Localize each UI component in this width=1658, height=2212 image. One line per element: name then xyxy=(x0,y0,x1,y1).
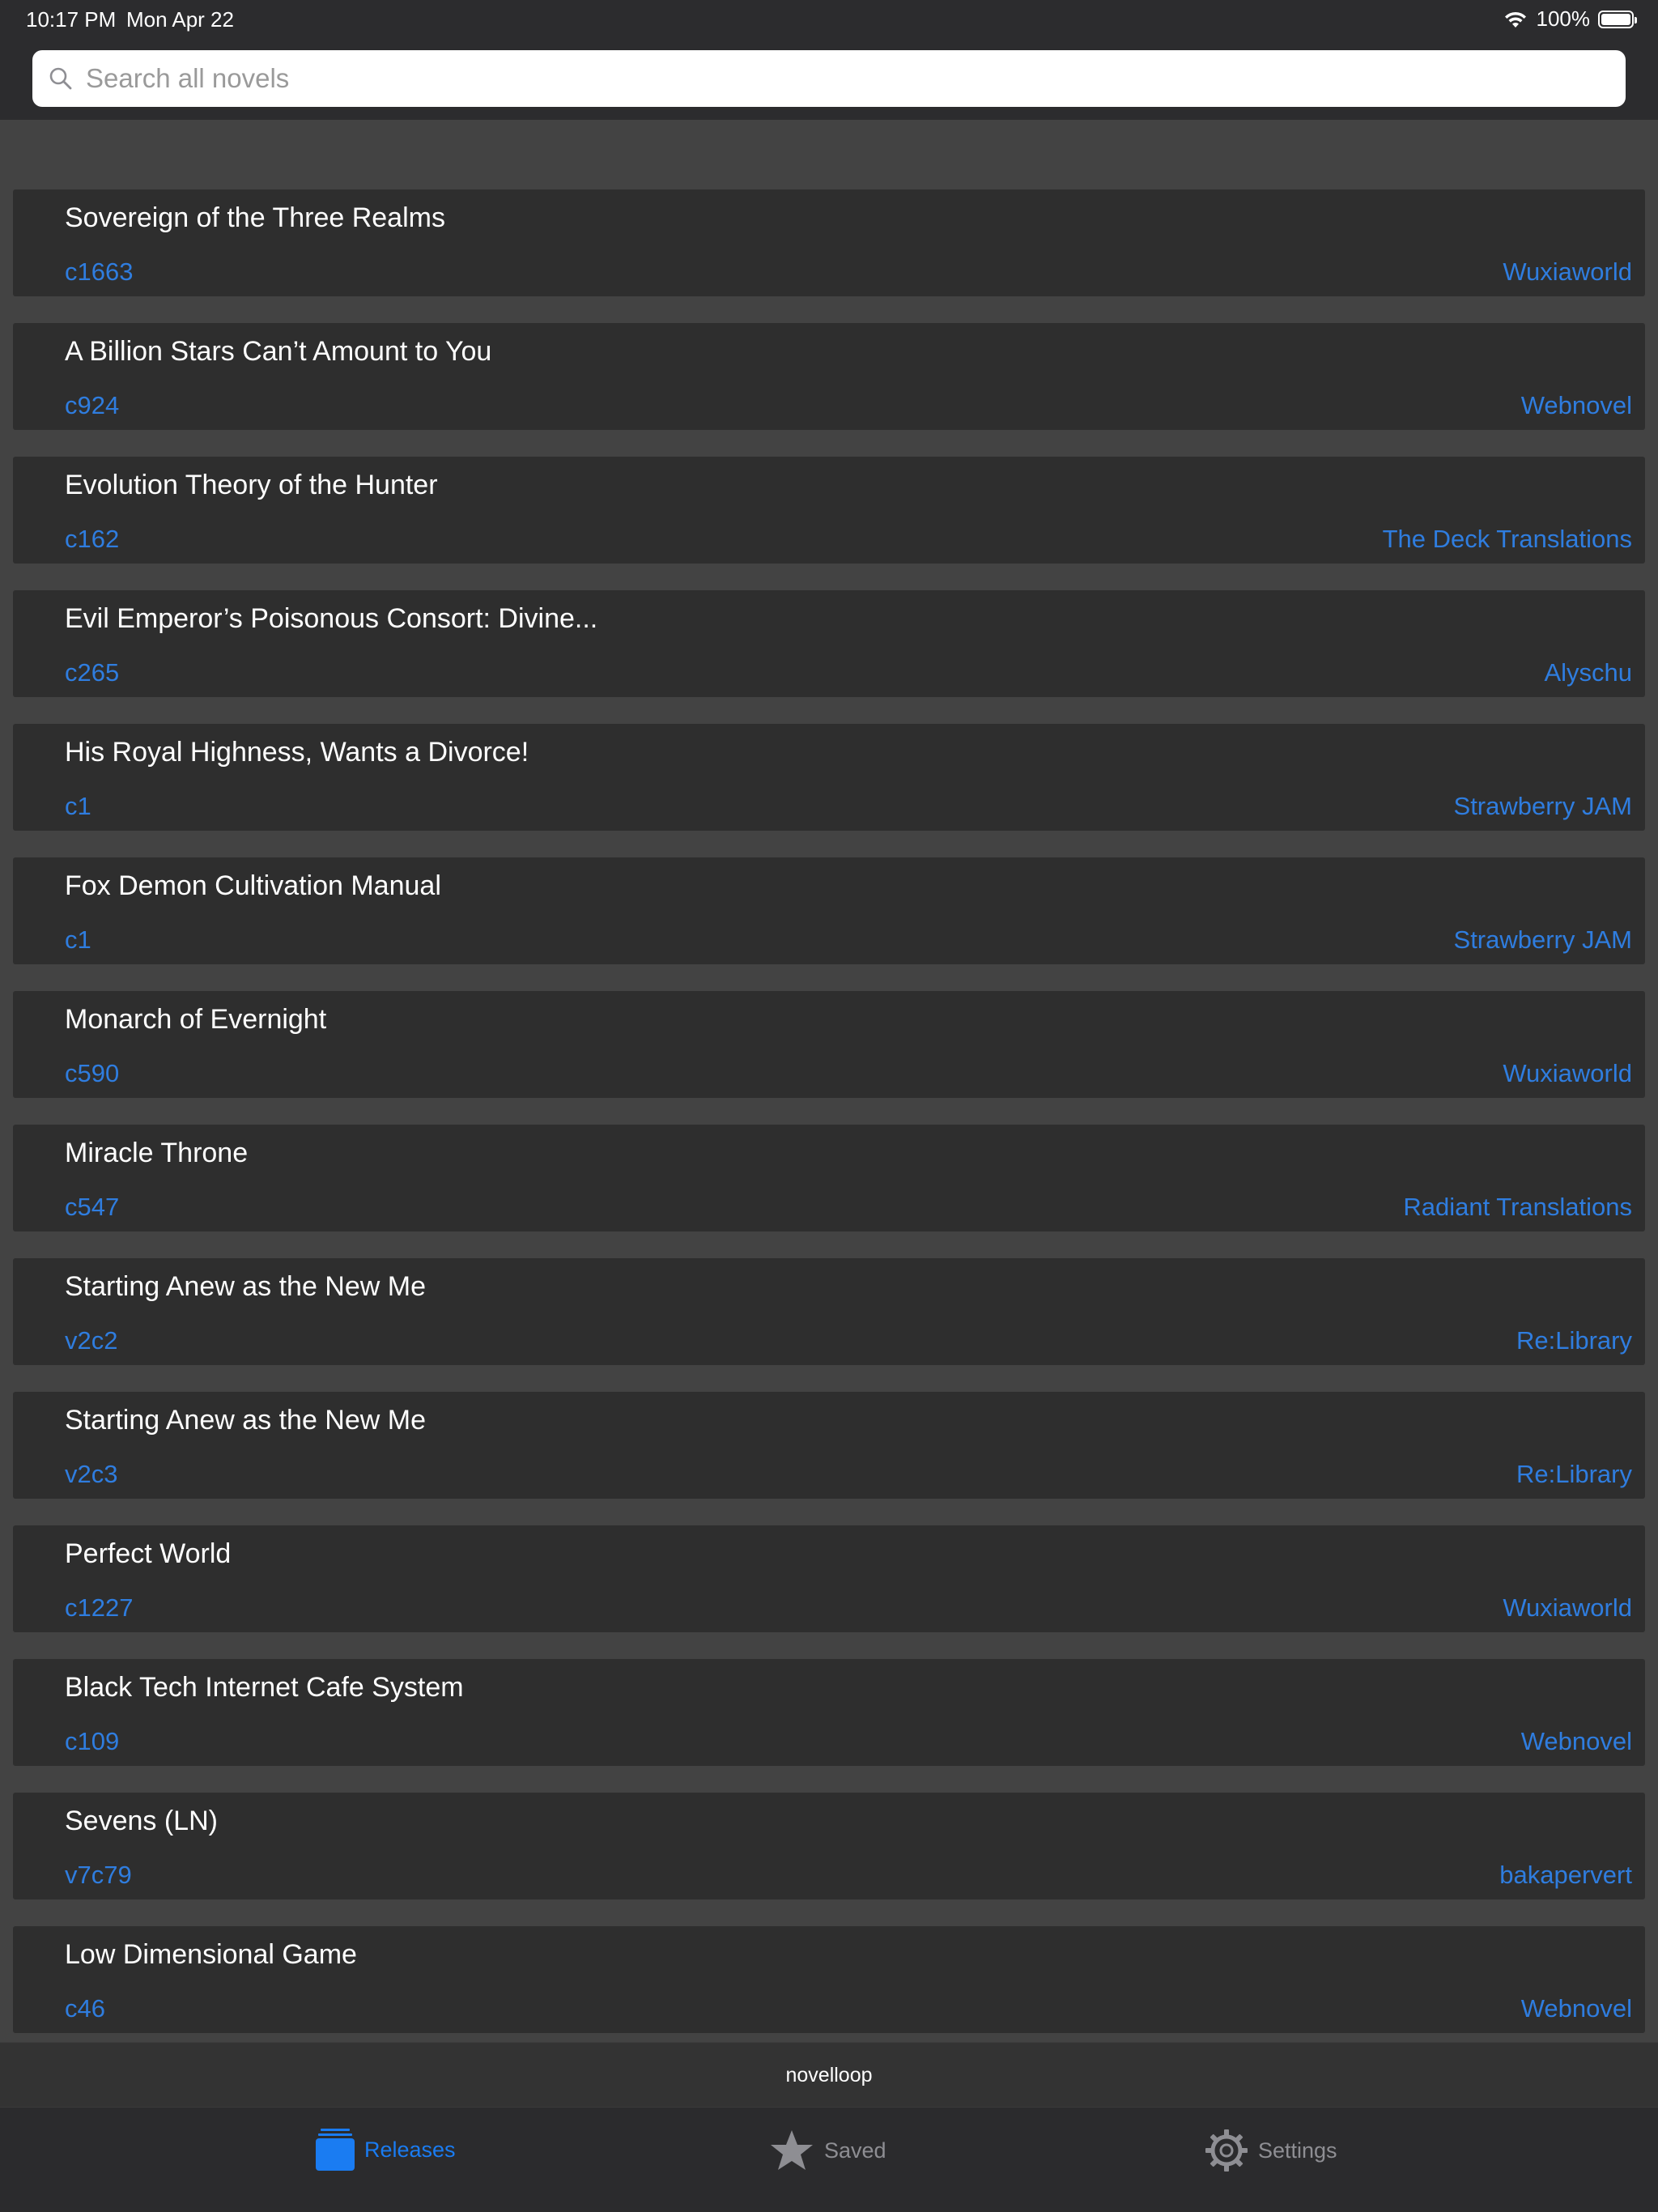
release-item[interactable]: Low Dimensional Game c46 Webnovel xyxy=(13,1926,1645,2033)
tab-settings[interactable]: Settings xyxy=(1205,2129,1337,2172)
release-chapter-link[interactable]: c924 xyxy=(65,391,119,420)
release-group-link[interactable]: Wuxiaworld xyxy=(1503,1059,1632,1088)
release-item[interactable]: Starting Anew as the New Me v2c3 Re:Librar… xyxy=(13,1392,1645,1499)
release-title: Low Dimensional Game xyxy=(65,1939,357,1970)
release-title: Sovereign of the Three Realms xyxy=(65,202,445,233)
battery-icon xyxy=(1598,10,1637,28)
gear-icon xyxy=(1205,2129,1248,2172)
release-title: Starting Anew as the New Me xyxy=(65,1271,427,1302)
releases-list: Sovereign of the Three Realms c1663 Wuxiaw… xyxy=(13,189,1645,2060)
battery-level xyxy=(1601,13,1630,25)
release-item[interactable]: Fox Demon Cultivation Manual c1 Strawberry… xyxy=(13,857,1645,964)
battery-percent: 100% xyxy=(1536,6,1591,31)
status-date: Mon Apr 22 xyxy=(126,7,234,32)
release-title: Starting Anew as the New Me xyxy=(65,1405,427,1436)
release-item[interactable]: Evolution Theory of the Hunter c162 The De… xyxy=(13,457,1645,564)
release-group-link[interactable]: The Deck Translations xyxy=(1383,525,1632,554)
release-group-link[interactable]: bakapervert xyxy=(1499,1861,1632,1890)
status-bar: 10:17 PM Mon Apr 22 100% xyxy=(0,0,1658,39)
search-bar[interactable] xyxy=(32,50,1626,107)
release-chapter-link[interactable]: c590 xyxy=(65,1059,119,1088)
release-item[interactable]: Sovereign of the Three Realms c1663 Wuxiaw… xyxy=(13,189,1645,296)
tab-releases[interactable]: Releases xyxy=(316,2129,456,2171)
release-item[interactable]: Evil Emperor’s Poisonous Consort: Divine… xyxy=(13,590,1645,697)
release-item[interactable]: Monarch of Evernight c590 Wuxiaworld xyxy=(13,991,1645,1098)
release-title: Fox Demon Cultivation Manual xyxy=(65,870,441,901)
search-input[interactable] xyxy=(84,53,1626,104)
status-time: 10:17 PM xyxy=(26,7,117,32)
release-title: His Royal Highness, Wants a Divorce! xyxy=(65,737,529,768)
release-item[interactable]: Perfect World c1227 Wuxiaworld xyxy=(13,1525,1645,1632)
release-title: Evolution Theory of the Hunter xyxy=(65,470,438,500)
release-chapter-link[interactable]: c162 xyxy=(65,525,119,554)
release-chapter-link[interactable]: v2c2 xyxy=(65,1326,117,1355)
release-chapter-link[interactable]: c547 xyxy=(65,1193,119,1222)
release-group-link[interactable]: Re:Library xyxy=(1516,1326,1632,1355)
release-group-link[interactable]: Re:Library xyxy=(1516,1460,1632,1489)
release-group-link[interactable]: Radiant Translations xyxy=(1403,1193,1632,1222)
tab-settings-label: Settings xyxy=(1258,2138,1337,2163)
release-title: Perfect World xyxy=(65,1538,232,1569)
release-chapter-link[interactable]: v7c79 xyxy=(65,1861,132,1890)
release-group-link[interactable]: Strawberry JAM xyxy=(1454,792,1632,821)
search-header xyxy=(0,39,1658,120)
release-item[interactable]: A Billion Stars Can’t Amount to You c924 W… xyxy=(13,323,1645,430)
release-group-link[interactable]: Alyschu xyxy=(1544,658,1632,687)
release-chapter-link[interactable]: c1 xyxy=(65,792,91,821)
release-chapter-link[interactable]: c46 xyxy=(65,1994,105,2023)
release-chapter-link[interactable]: c1227 xyxy=(65,1593,133,1623)
release-item[interactable]: Miracle Throne c547 Radiant Translations xyxy=(13,1125,1645,1231)
release-title: Black Tech Internet Cafe System xyxy=(65,1672,464,1703)
release-group-link[interactable]: Wuxiaworld xyxy=(1503,1593,1632,1623)
release-group-link[interactable]: Webnovel xyxy=(1521,1994,1632,2023)
release-chapter-link[interactable]: c109 xyxy=(65,1727,119,1756)
wifi-icon xyxy=(1504,11,1526,28)
release-item[interactable]: Black Tech Internet Cafe System c109 Webno… xyxy=(13,1659,1645,1766)
app-name-footer: novelloop xyxy=(0,2042,1658,2108)
release-chapter-link[interactable]: v2c3 xyxy=(65,1460,117,1489)
release-chapter-link[interactable]: c265 xyxy=(65,658,119,687)
star-icon xyxy=(771,2130,813,2170)
release-group-link[interactable]: Wuxiaworld xyxy=(1503,257,1632,287)
release-title: Miracle Throne xyxy=(65,1138,249,1168)
release-title: Evil Emperor’s Poisonous Consort: Divine… xyxy=(65,603,598,634)
tab-saved[interactable]: Saved xyxy=(769,2129,886,2172)
tab-saved-label: Saved xyxy=(824,2138,886,2163)
search-icon xyxy=(49,67,72,90)
release-group-link[interactable]: Webnovel xyxy=(1521,391,1632,420)
release-item[interactable]: Starting Anew as the New Me v2c2 Re:Librar… xyxy=(13,1258,1645,1365)
releases-icon xyxy=(316,2129,355,2171)
release-group-link[interactable]: Webnovel xyxy=(1521,1727,1632,1756)
release-title: Monarch of Evernight xyxy=(65,1004,327,1035)
release-chapter-link[interactable]: c1663 xyxy=(65,257,133,287)
release-chapter-link[interactable]: c1 xyxy=(65,925,91,955)
status-right: 100% xyxy=(1503,6,1637,32)
release-title: Sevens (LN) xyxy=(65,1806,218,1836)
release-title: A Billion Stars Can’t Amount to You xyxy=(65,336,492,367)
release-item[interactable]: His Royal Highness, Wants a Divorce! c1 St… xyxy=(13,724,1645,831)
tab-releases-label: Releases xyxy=(364,2137,456,2162)
release-group-link[interactable]: Strawberry JAM xyxy=(1454,925,1632,955)
tab-bar: Releases Saved Settings xyxy=(0,2107,1658,2212)
release-item[interactable]: Sevens (LN) v7c79 bakapervert xyxy=(13,1793,1645,1899)
